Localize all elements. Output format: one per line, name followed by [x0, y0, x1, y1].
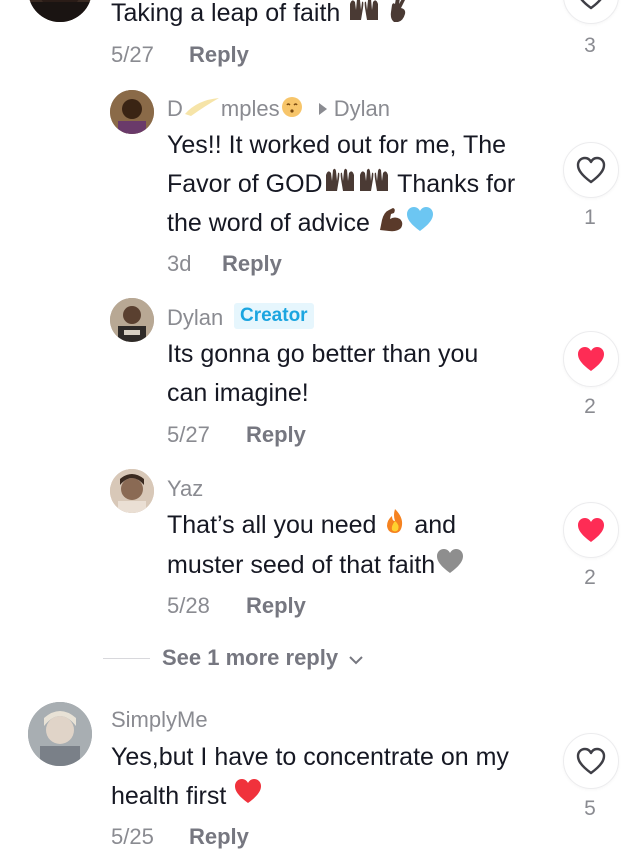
reply-text: That’s all you need and muster seed of t…	[167, 506, 547, 586]
like-button[interactable]	[563, 0, 619, 24]
reply-button[interactable]: Reply	[189, 42, 249, 68]
heart-filled-icon	[578, 518, 604, 542]
fire-emoji-icon	[383, 507, 407, 547]
reply-date: 3d	[167, 251, 192, 276]
reply-button[interactable]: Reply	[189, 824, 249, 850]
reply-button[interactable]: Reply	[246, 593, 306, 619]
comment-date: 5/27	[111, 42, 154, 67]
reply-button[interactable]: Reply	[246, 422, 306, 448]
heart-outline-icon	[580, 0, 602, 10]
see-more-replies-button[interactable]: See 1 more reply	[162, 645, 364, 672]
comment-author[interactable]: SimplyMe	[111, 707, 208, 733]
reply-date: 5/28	[167, 593, 210, 618]
reply-text: Its gonna go better than you can imagine…	[167, 340, 479, 407]
like-count: 5	[584, 797, 596, 820]
like-count: 3	[584, 34, 596, 57]
red-heart-emoji-icon	[233, 777, 263, 817]
like-button[interactable]	[563, 733, 619, 789]
praise-hands-emoji-icon	[323, 166, 391, 205]
divider	[103, 658, 150, 659]
flexed-biceps-emoji-icon	[377, 205, 405, 244]
reply-date: 5/27	[167, 422, 210, 447]
like-button[interactable]	[563, 142, 619, 198]
grey-heart-emoji-icon	[435, 547, 465, 587]
like-count: 2	[584, 566, 596, 589]
reply-arrow-icon	[318, 96, 328, 122]
like-count: 1	[584, 206, 596, 229]
reply-author[interactable]: Dmples Dylan	[167, 95, 390, 125]
heart-outline-icon	[576, 156, 606, 184]
avatar[interactable]	[110, 298, 154, 342]
avatar[interactable]	[28, 0, 92, 22]
heart-filled-icon	[578, 347, 604, 371]
reply-button[interactable]: Reply	[222, 251, 282, 277]
kissing-face-emoji-icon	[280, 95, 304, 125]
like-button[interactable]	[563, 331, 619, 387]
comment-text: Taking a leap of faith	[111, 0, 410, 34]
reply-author[interactable]: Dylan	[167, 305, 223, 331]
praise-hands-emoji-icon	[347, 0, 381, 34]
comment-date: 5/25	[111, 824, 154, 849]
heart-outline-icon	[576, 747, 606, 775]
creator-badge: Creator	[234, 303, 314, 329]
avatar[interactable]	[110, 90, 154, 134]
avatar[interactable]	[28, 702, 92, 766]
reply-text: Yes!! It worked out for me, The Favor of…	[167, 126, 547, 244]
crossed-fingers-emoji-icon	[388, 0, 410, 34]
like-button[interactable]	[563, 502, 619, 558]
reply-author[interactable]: Yaz	[167, 476, 203, 502]
comment-text: Yes,but I have to concentrate on my heal…	[111, 738, 551, 817]
avatar[interactable]	[110, 469, 154, 513]
chevron-down-icon	[348, 646, 364, 672]
light-blue-heart-emoji-icon	[405, 205, 435, 245]
like-count: 2	[584, 395, 596, 418]
sparkle-emoji-icon	[183, 96, 221, 124]
